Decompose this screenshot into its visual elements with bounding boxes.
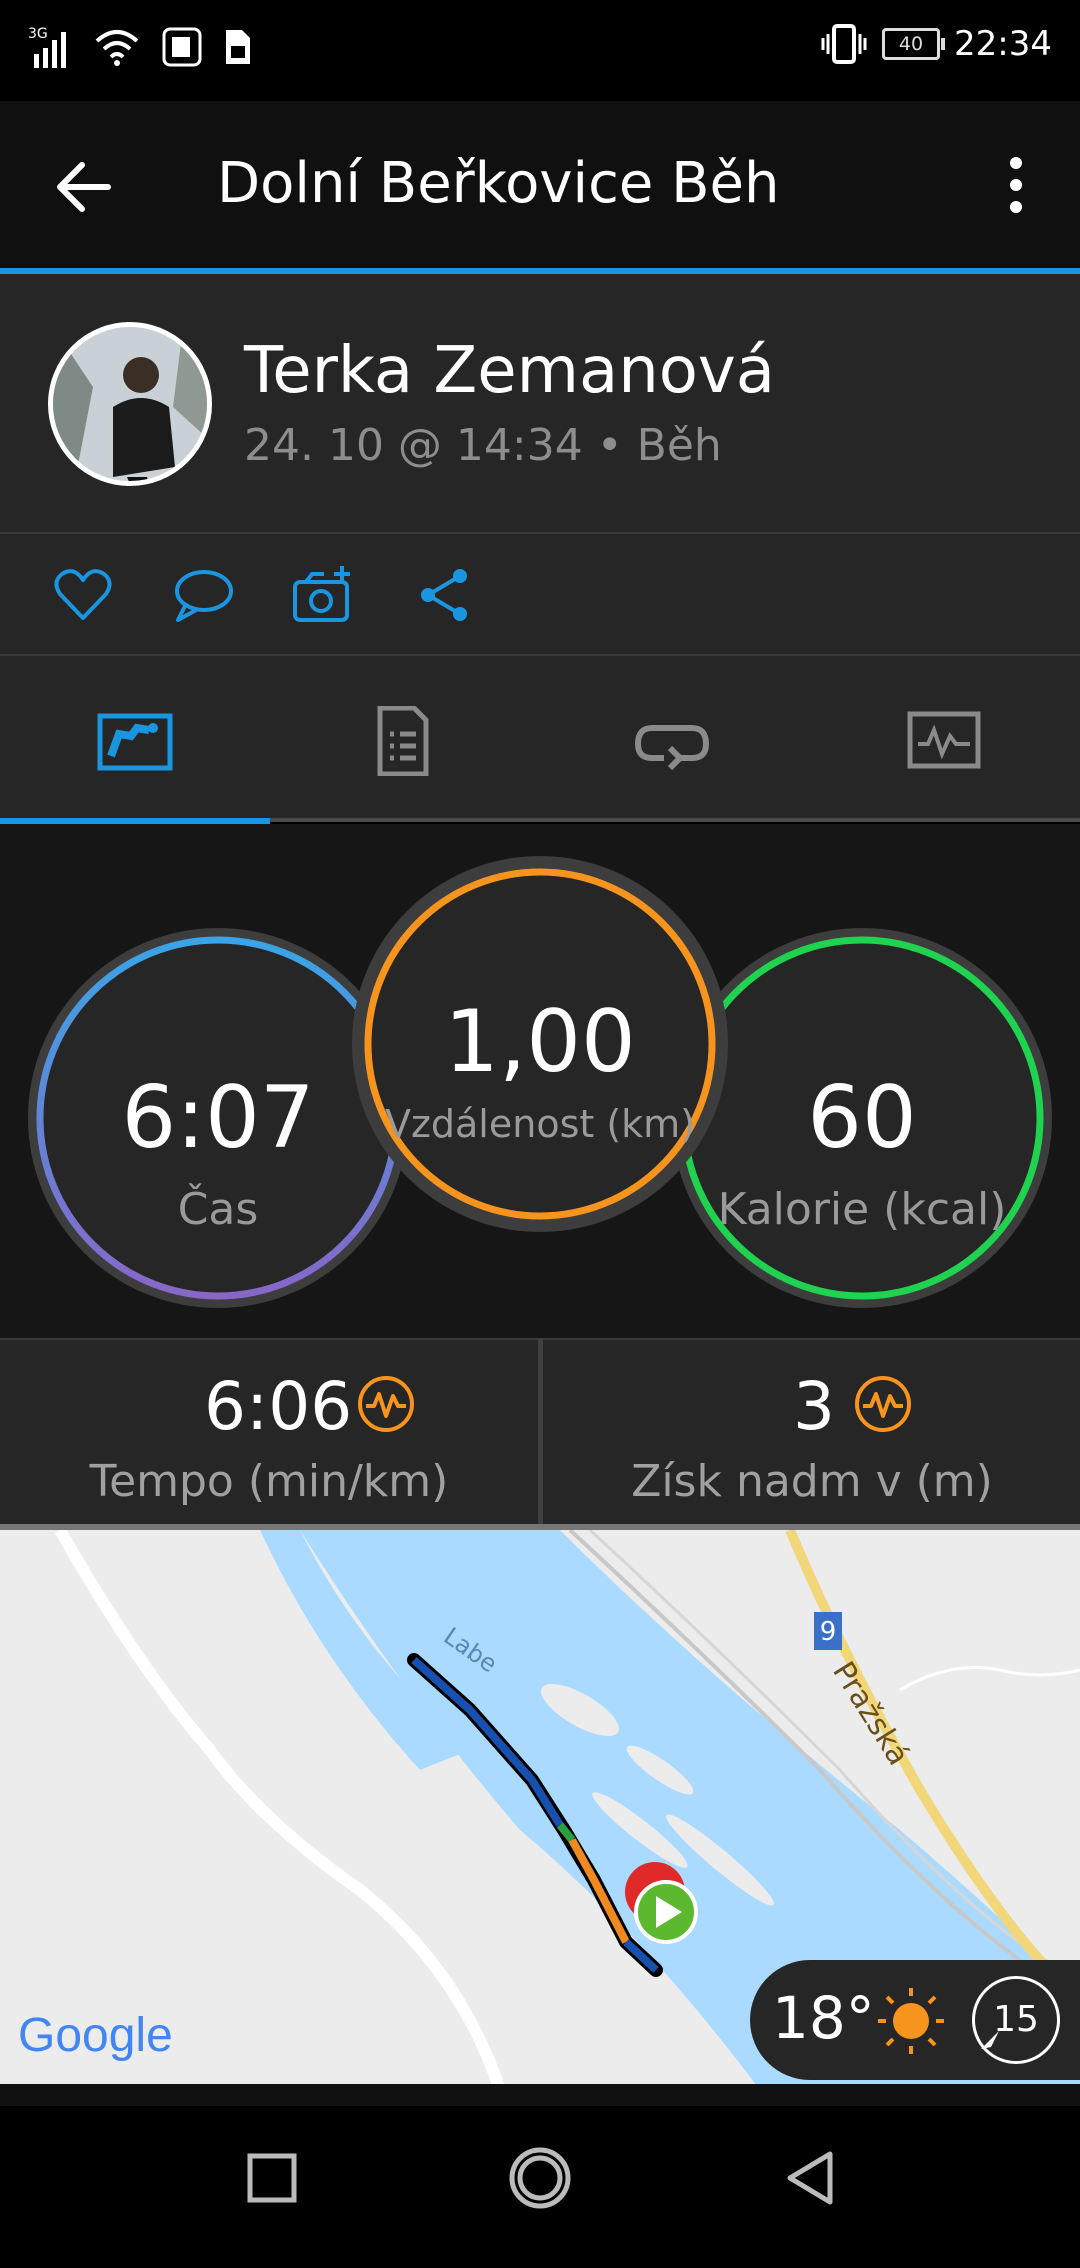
user-name[interactable]: Terka Zemanová — [244, 334, 775, 408]
back-arrow-icon[interactable] — [52, 155, 116, 219]
temperature-value: 18° — [772, 1984, 875, 2052]
wind-direction-icon — [981, 2031, 999, 2049]
tab-details-icon[interactable] — [364, 706, 440, 776]
back-nav-icon[interactable] — [778, 2146, 842, 2210]
activity-pulse-icon — [855, 1376, 911, 1432]
google-logo: Google — [18, 2009, 173, 2062]
distance-value: 1,00 — [444, 992, 636, 1092]
avatar[interactable] — [48, 322, 212, 486]
elevation-label: Získ nadm v (m) — [631, 1456, 993, 1507]
road-number: 9 — [820, 1617, 837, 1647]
tab-overview-icon[interactable] — [97, 706, 173, 776]
system-nav-bar — [0, 2084, 1080, 2268]
sim-card-icon — [226, 30, 250, 64]
tab-charts-icon[interactable] — [906, 706, 982, 776]
time-value: 6:07 — [121, 1068, 315, 1168]
weather-badge[interactable]: 18° 15 — [750, 1960, 1080, 2080]
status-bar: 3G 40 22:34 — [0, 0, 1080, 101]
activity-meta: 24. 10 @ 14:34 • Běh — [244, 420, 722, 471]
distance-label: Vzdálenost (km) — [384, 1102, 696, 1146]
activity-pulse-icon — [358, 1376, 414, 1432]
signal-icon: 3G — [28, 26, 66, 68]
tab-laps-icon[interactable] — [634, 706, 710, 776]
activity-tabs — [0, 656, 1080, 822]
app-notification-icon — [162, 27, 202, 67]
vibrate-icon — [821, 24, 867, 64]
status-icons-right: 40 22:34 — [820, 24, 1052, 64]
time-ring[interactable]: 6:07 Čas — [28, 928, 408, 1308]
battery-indicator: 40 — [882, 28, 946, 60]
clock: 22:34 — [954, 24, 1052, 64]
summary-panel: 6:07 Čas 60 Kalorie (kcal) 1,00 Vzdáleno… — [0, 824, 1080, 1338]
elevation-stat[interactable]: 3 Získ nadm v (m) — [543, 1340, 1080, 1526]
time-label: Čas — [177, 1184, 259, 1235]
comment-icon[interactable] — [172, 564, 234, 626]
recents-icon[interactable] — [240, 2146, 304, 2210]
wifi-icon — [95, 30, 139, 66]
home-icon[interactable] — [508, 2146, 572, 2210]
more-options-icon[interactable] — [992, 153, 1040, 217]
app-bar: Dolní Beřkovice Běh — [0, 101, 1080, 271]
like-icon[interactable] — [52, 564, 114, 626]
sun-icon — [878, 1988, 944, 2054]
calories-ring[interactable]: 60 Kalorie (kcal) — [672, 928, 1052, 1308]
action-bar — [0, 534, 1080, 656]
route-map[interactable]: 9 Labe Pražská Google 18° 15 — [0, 1524, 1080, 2090]
pace-value: 6:06 — [204, 1368, 353, 1445]
avatar-photo — [53, 327, 207, 481]
road-label: Pražská — [825, 1656, 916, 1772]
stats-divider — [538, 1338, 543, 1524]
status-icons-left: 3G — [28, 24, 252, 70]
pace-label: Tempo (min/km) — [89, 1456, 449, 1507]
wind-indicator: 15 — [972, 1976, 1060, 2064]
add-photo-icon[interactable] — [292, 564, 354, 626]
calories-label: Kalorie (kcal) — [717, 1184, 1007, 1235]
elevation-value: 3 — [793, 1368, 835, 1445]
activity-owner: Terka Zemanová 24. 10 @ 14:34 • Běh — [0, 274, 1080, 534]
calories-value: 60 — [807, 1068, 917, 1168]
page-title: Dolní Beřkovice Běh — [217, 151, 780, 216]
distance-ring[interactable]: 1,00 Vzdálenost (km) — [352, 856, 728, 1232]
pace-stat[interactable]: 6:06 Tempo (min/km) — [0, 1340, 538, 1526]
svg-text:3G: 3G — [28, 26, 48, 42]
share-icon[interactable] — [414, 564, 476, 626]
